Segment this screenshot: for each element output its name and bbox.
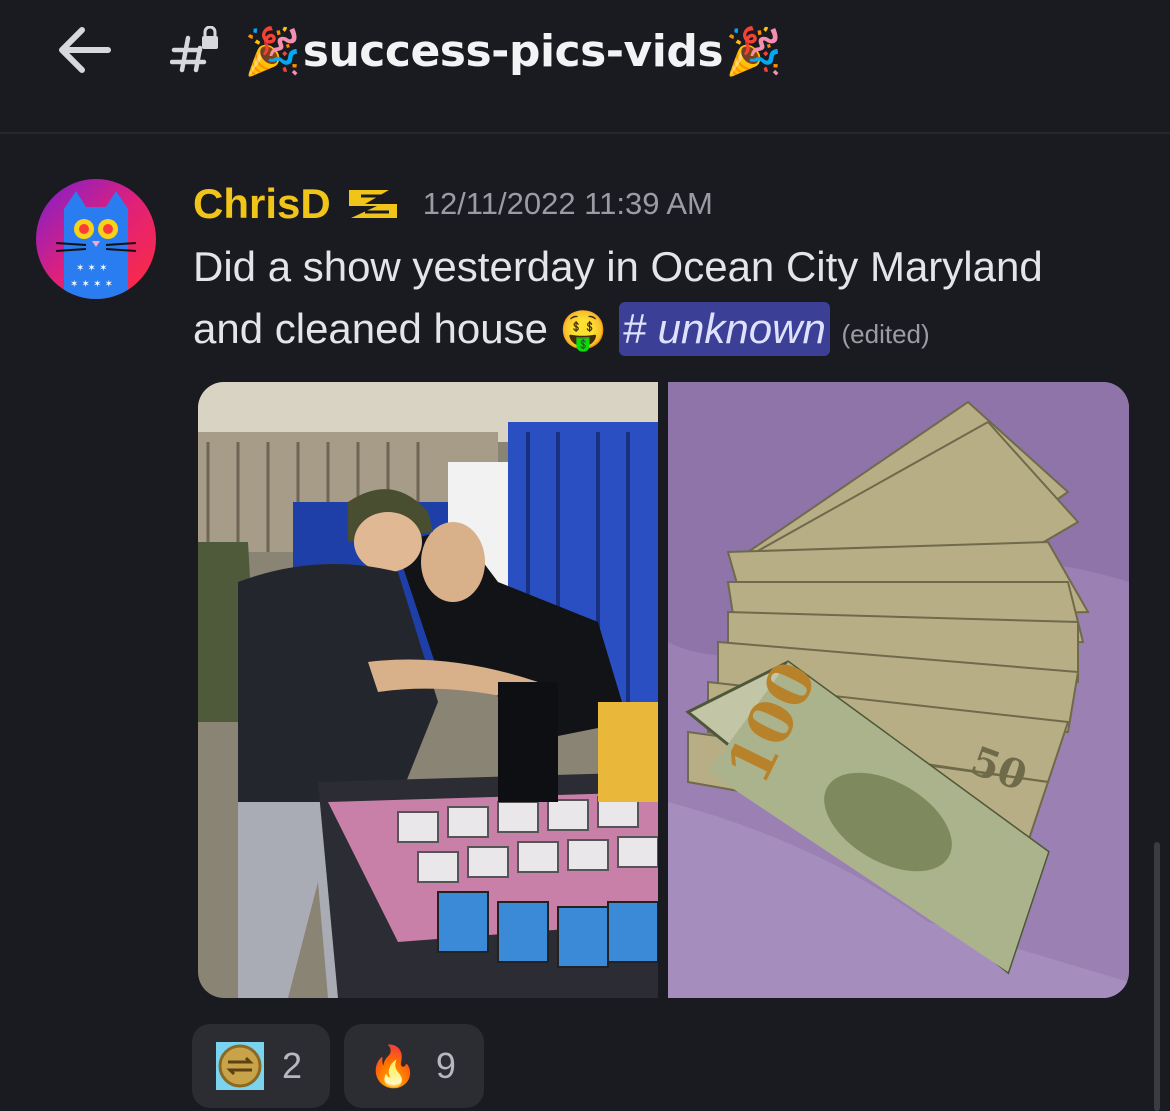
message-content: Did a show yesterday in Ocean City Maryl… (193, 236, 1133, 365)
svg-text:✶ ✶ ✶ ✶: ✶ ✶ ✶ ✶ (70, 279, 113, 290)
scrollbar[interactable] (1154, 842, 1160, 1111)
fire-icon: 🔥 (368, 1043, 418, 1090)
party-popper-icon: 🎉 (725, 24, 782, 78)
cat-avatar-icon: ✶ ✶ ✶ ✶ ✶ ✶ ✶ (36, 179, 156, 299)
image-attachment-cash[interactable]: 100 50 (668, 382, 1129, 998)
channel-name: success-pics-vids (302, 25, 724, 77)
reaction-count: 9 (435, 1045, 456, 1086)
message-text: Did a show yesterday in Ocean City Maryl… (193, 243, 1043, 290)
message-timestamp: 12/11/2022 11:39 AM (422, 186, 713, 221)
role-badge-icon (348, 190, 397, 218)
money-mouth-face-icon: 🤑 (559, 310, 607, 352)
reaction-count: 2 (282, 1045, 303, 1086)
message-header: ChrisD 12/11/2022 11:39 AM (193, 176, 713, 232)
svg-text:✶ ✶ ✶: ✶ ✶ ✶ (76, 263, 108, 274)
username[interactable]: ChrisD (193, 180, 331, 228)
message-text: and cleaned house (193, 305, 548, 352)
locked-channel-hash-icon (170, 26, 218, 73)
party-popper-icon: 🎉 (244, 24, 301, 78)
channel-header: 🎉 success-pics-vids 🎉 (0, 0, 1170, 134)
channel-mention[interactable]: # unknown (618, 302, 830, 356)
arrow-left-icon (59, 27, 111, 73)
gold-coin-icon (216, 1042, 264, 1090)
avatar[interactable]: ✶ ✶ ✶ ✶ ✶ ✶ ✶ (36, 179, 156, 299)
back-button[interactable] (52, 18, 116, 82)
channel-title: 🎉 success-pics-vids 🎉 (244, 16, 782, 86)
reaction-coin[interactable]: 2 (192, 1024, 331, 1108)
reactions-bar: 2 🔥 9 (192, 1024, 484, 1108)
convention-booth-photo (198, 382, 658, 998)
cash-stack-photo: 100 50 (668, 382, 1129, 998)
edited-label: (edited) (841, 319, 930, 349)
image-attachment-booth[interactable] (198, 382, 658, 998)
reaction-fire[interactable]: 🔥 9 (344, 1024, 484, 1108)
